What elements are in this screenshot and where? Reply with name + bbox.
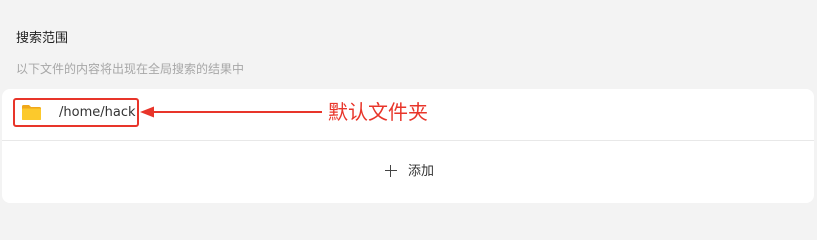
add-folder-label: 添加 xyxy=(408,164,435,179)
section-description: 以下文件的内容将出现在全局搜索的结果中 xyxy=(16,62,245,76)
section-title: 搜索范围 xyxy=(16,31,69,46)
add-folder-button[interactable]: 添加 xyxy=(2,141,814,203)
annotation-arrow xyxy=(140,106,322,118)
plus-icon xyxy=(385,165,397,177)
annotation-label: 默认文件夹 xyxy=(328,100,428,124)
annotation-highlight-box xyxy=(13,98,139,127)
